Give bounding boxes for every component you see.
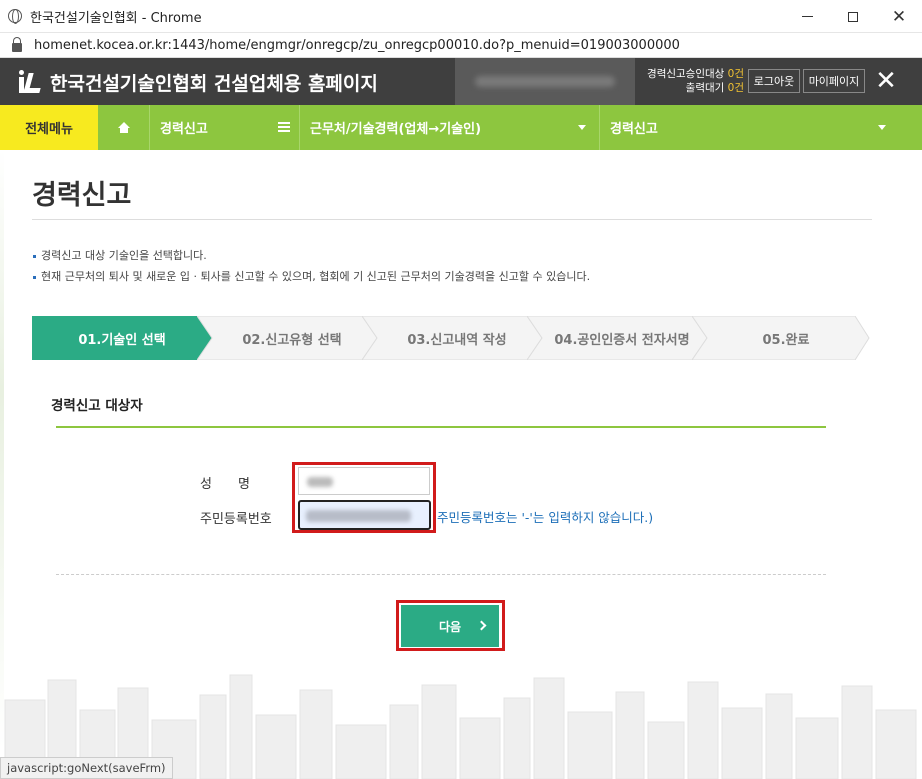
minimize-button[interactable] [784,0,830,33]
home-button[interactable] [98,105,150,150]
stat-print-label: 출력대기 [685,82,725,94]
rrn-hint: 주민등록번호는 '-'는 입력하지 않습니다.) [437,510,654,525]
bullet-icon [33,254,36,258]
name-label: 성 명 [200,477,250,492]
page-title: 경력신고 [32,180,132,211]
user-info-redacted [455,58,635,105]
logout-button[interactable]: 로그아웃 [748,69,800,93]
note-1: 경력신고 대상 기술인을 선택합니다. [41,249,207,262]
page-edge-decoration [0,150,4,750]
chevron-right-icon [476,620,487,631]
section-title: 경력신고 대상자 [51,398,143,414]
mypage-button[interactable]: 마이페이지 [803,69,865,93]
close-icon: ✕ [875,66,897,96]
nav-segment-1-label: 경력신고 [160,122,208,137]
all-menu-button[interactable]: 전체메뉴 [0,105,98,150]
nav-segment-3-label: 경력신고 [610,122,658,137]
step-5-label: 05.완료 [762,332,810,348]
step-3: 03.신고내역 작성 [362,316,542,360]
close-icon: ✕ [891,6,907,27]
address-url: homenet.kocea.or.kr:1443/home/engmgr/onr… [34,37,680,53]
step-4: 04.공인인증서 전자서명 [527,316,707,360]
step-2-label: 02.신고유형 선택 [242,332,342,348]
chevron-down-icon [878,125,886,130]
kocea-logo-icon[interactable] [19,69,45,93]
window-close-button[interactable]: ✕ [876,0,922,33]
step-2: 02.신고유형 선택 [197,316,377,360]
nav-segment-2[interactable]: 근무처/기술경력(업체→기술인) [300,105,600,150]
address-bar[interactable]: homenet.kocea.or.kr:1443/home/engmgr/onr… [0,33,922,58]
globe-icon [8,9,22,24]
bullet-icon [33,275,36,279]
lock-icon [12,36,22,52]
stat-print-count[interactable]: 0건 [728,82,744,94]
next-button-label: 다음 [438,619,462,634]
maximize-button[interactable] [830,0,876,33]
chevron-down-icon [578,125,586,130]
site-title[interactable]: 한국건설기술인협회 건설업체용 홈페이지 [50,69,378,96]
title-divider [32,219,872,220]
section-divider [56,426,826,428]
header-close-button[interactable]: ✕ [872,66,900,96]
step-1-label: 01.기술인 선택 [78,332,166,348]
step-5: 05.완료 [692,316,870,360]
header-stats: 경력신고승인대상 0건 출력대기 0건 [638,67,744,95]
browser-status-bar: javascript:goNext(saveFrm) [0,757,173,779]
note-2: 현재 근무처의 퇴사 및 새로운 입 · 퇴사를 신고할 수 있으며, 협회에 … [41,270,591,283]
instruction-notes: 경력신고 대상 기술인을 선택합니다. 현재 근무처의 퇴사 및 새로운 입 ·… [33,245,590,287]
home-icon [117,121,130,133]
form-highlight-box [292,462,436,533]
step-indicator: 01.기술인 선택 02.신고유형 선택 03.신고내역 작성 04.공인인증서… [32,316,870,360]
form-divider [56,574,826,575]
step-1: 01.기술인 선택 [32,316,212,360]
minimize-icon [801,16,813,17]
rrn-label: 주민등록번호 [200,512,272,527]
maximize-icon [848,11,858,22]
stat-approval-count[interactable]: 0건 [728,68,744,80]
step-4-label: 04.공인인증서 전자서명 [554,332,690,348]
nav-segment-2-label: 근무처/기술경력(업체→기술인) [310,122,482,137]
next-button[interactable]: 다음 [401,605,499,647]
step-3-label: 03.신고내역 작성 [407,332,507,348]
menu-icon[interactable] [278,122,290,132]
window-title: 한국건설기술인협회 - Chrome [30,10,202,26]
stat-approval-label: 경력신고승인대상 [647,68,725,80]
main-nav: 전체메뉴 경력신고 근무처/기술경력(업체→기술인) 경력신고 [0,105,922,150]
nav-segment-3[interactable]: 경력신고 [600,105,900,150]
